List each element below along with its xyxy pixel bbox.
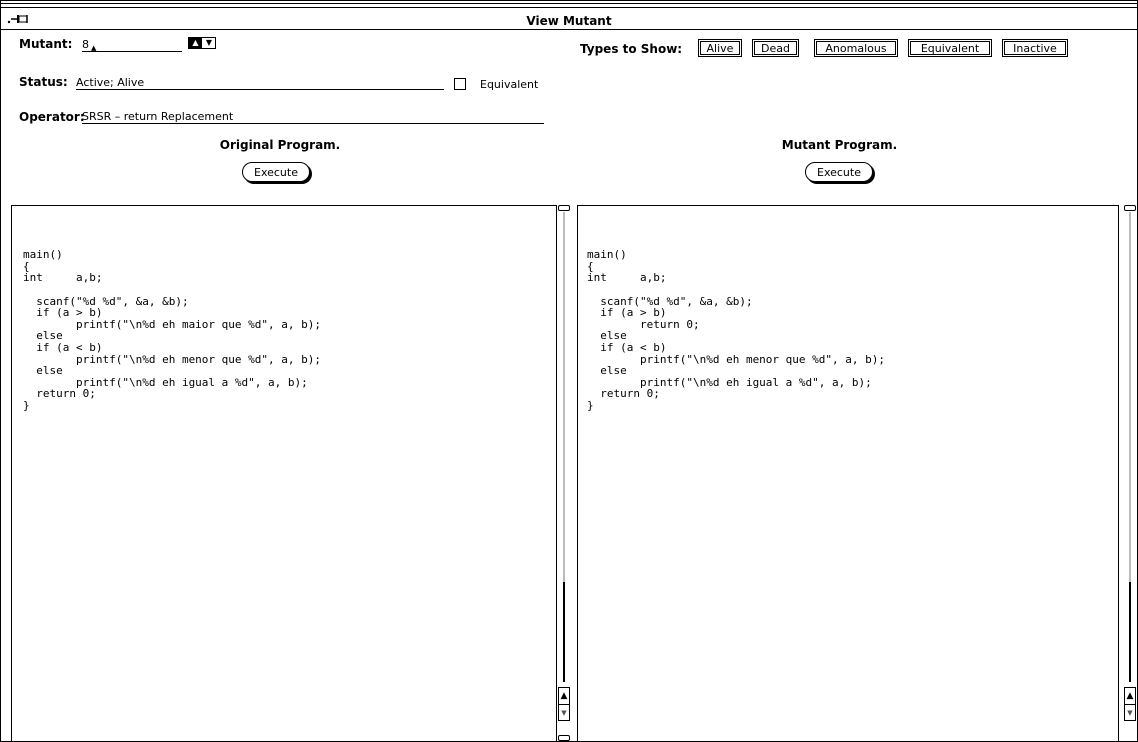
spinner-icon[interactable]: ▲ ▼	[188, 37, 216, 49]
types-anomalous-button[interactable]: Anomalous	[814, 39, 898, 57]
mutant-label: Mutant:	[19, 37, 73, 51]
scroll-down-arrow-icon[interactable]: ▼	[1125, 704, 1135, 721]
mutant-number-value: 8	[82, 38, 89, 51]
mutant-code-text[interactable]: main() { int a,b; scanf("%d %d", &a, &b)…	[587, 226, 885, 412]
title-bar: View Mutant	[1, 1, 1137, 30]
scroll-down-arrow-icon[interactable]: ▼	[559, 704, 569, 721]
operator-value: SRSR – return Replacement	[82, 110, 234, 123]
scroll-bottom-cap[interactable]	[558, 735, 570, 741]
types-to-show-label: Types to Show:	[580, 42, 683, 56]
operator-field: SRSR – return Replacement	[82, 109, 544, 124]
scroll-top-cap[interactable]	[558, 205, 570, 211]
spinner-down-icon[interactable]: ▼	[203, 38, 215, 48]
types-inactive-button[interactable]: Inactive	[1002, 39, 1068, 57]
scroll-thumb[interactable]	[1129, 582, 1131, 682]
original-code-text[interactable]: main() { int a,b; scanf("%d %d", &a, &b)…	[23, 226, 321, 412]
original-execute-button[interactable]: Execute	[242, 162, 310, 182]
scroll-buttons[interactable]: ▲ ▼	[558, 687, 570, 721]
status-value: Active; Alive	[76, 76, 145, 89]
spinner-up-icon[interactable]: ▲	[189, 38, 202, 48]
original-program-heading: Original Program.	[219, 138, 341, 152]
original-scrollbar[interactable]: ▲ ▼	[558, 205, 570, 742]
scroll-track[interactable]	[563, 212, 565, 582]
caret-icon: ▲	[91, 44, 97, 52]
window-title: View Mutant	[526, 14, 612, 28]
mutant-number-field[interactable]: 8 ▲	[82, 37, 182, 52]
types-dead-button[interactable]: Dead	[752, 39, 799, 57]
mutant-code-panel[interactable]: main() { int a,b; scanf("%d %d", &a, &b)…	[577, 205, 1119, 742]
scroll-track[interactable]	[1129, 212, 1131, 582]
original-code-panel[interactable]: main() { int a,b; scanf("%d %d", &a, &b)…	[11, 205, 557, 742]
scroll-top-cap[interactable]	[1124, 205, 1136, 211]
scroll-thumb[interactable]	[563, 582, 565, 682]
status-field: Active; Alive	[76, 75, 444, 90]
scroll-up-arrow-icon[interactable]: ▲	[1125, 688, 1135, 704]
status-label: Status:	[19, 75, 68, 89]
scroll-buttons[interactable]: ▲ ▼	[1124, 687, 1136, 721]
equivalent-checkbox[interactable]	[454, 78, 466, 90]
types-alive-button[interactable]: Alive	[698, 39, 742, 57]
mutant-program-heading: Mutant Program.	[781, 138, 898, 152]
scroll-up-arrow-icon[interactable]: ▲	[559, 688, 569, 704]
mutant-scrollbar[interactable]: ▲ ▼	[1124, 200, 1136, 742]
equivalent-label: Equivalent	[480, 78, 539, 91]
types-equivalent-button[interactable]: Equivalent	[908, 39, 992, 57]
mutant-execute-button[interactable]: Execute	[805, 162, 873, 182]
operator-label: Operator:	[19, 110, 85, 124]
